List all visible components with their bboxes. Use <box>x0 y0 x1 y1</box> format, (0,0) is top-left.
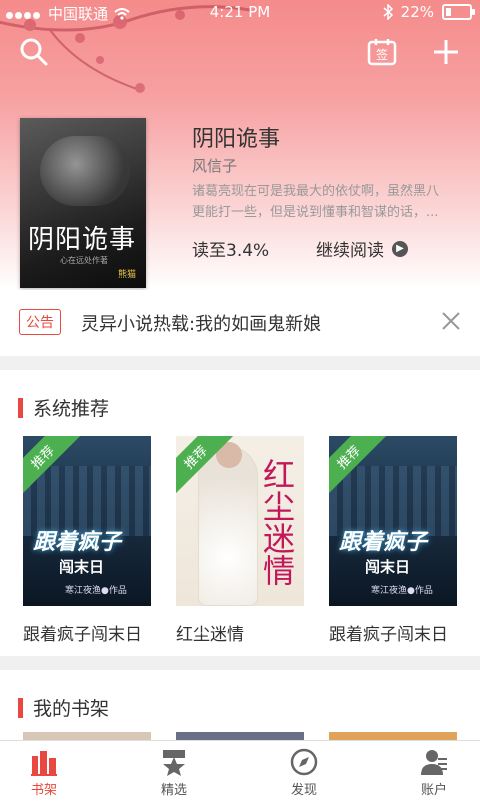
book-cover: 红尘迷情 推荐 <box>176 436 304 606</box>
cover-title: 跟着疯子 <box>339 530 428 555</box>
close-icon[interactable] <box>438 308 464 334</box>
reading-progress: 读至3.4% <box>192 241 270 261</box>
tab-label: 书架 <box>30 783 57 798</box>
status-bar: 中国联通 4:21 PM 22% <box>0 0 480 24</box>
current-book-author: 风信子 <box>192 157 238 175</box>
cover-subtitle: 心在远处作著 <box>60 256 108 265</box>
featured-star-icon <box>163 750 185 776</box>
continue-reading-label: 继续阅读 <box>316 241 384 261</box>
tab-account[interactable]: 账户 <box>394 745 474 798</box>
cover-title: 红尘迷情 <box>258 458 296 586</box>
book-cover: 跟着疯子 闯末日 寒江夜渔●作品 推荐 <box>23 436 151 606</box>
announcement-badge: 公告 <box>19 309 61 335</box>
section-marker <box>18 397 23 418</box>
shelf-book-3[interactable] <box>329 732 457 740</box>
announcement-bar[interactable]: 公告 灵异小说热载:我的如画鬼新娘 <box>0 290 480 356</box>
cover-author: 寒江夜渔●作品 <box>65 586 127 596</box>
compass-icon <box>290 748 318 776</box>
tab-featured[interactable]: 精选 <box>134 745 214 798</box>
recommend-book-2[interactable]: 红尘迷情 推荐 红尘迷情 <box>176 436 304 645</box>
announcement-text[interactable]: 灵异小说热载:我的如画鬼新娘 <box>81 310 321 336</box>
recommend-book-3[interactable]: 跟着疯子 闯末日 寒江夜渔●作品 推荐 跟着疯子闯末日 <box>329 436 457 645</box>
tab-discover[interactable]: 发现 <box>264 745 344 798</box>
battery-label: 22% <box>400 3 434 21</box>
current-book-cover[interactable]: 阴阳诡事 心在远处作著 熊猫 <box>20 118 146 288</box>
tab-label: 发现 <box>290 783 317 798</box>
tab-label: 账户 <box>420 783 447 798</box>
cover-title: 跟着疯子 <box>33 530 122 555</box>
cover-author: 寒江夜渔●作品 <box>371 586 433 596</box>
shelf-book-1[interactable] <box>23 732 151 740</box>
recommend-title: 系统推荐 <box>33 398 110 420</box>
bookshelf-icon <box>31 751 57 776</box>
search-icon <box>20 38 48 66</box>
shelf-section: 我的书架 <box>0 670 480 740</box>
bluetooth-icon <box>383 4 393 20</box>
shelf-book-2[interactable] <box>176 732 304 740</box>
section-marker <box>18 697 23 718</box>
cover-title-2: 闯末日 <box>59 558 105 576</box>
plus-icon <box>434 40 458 64</box>
book-name: 跟着疯子闯末日 <box>329 625 448 645</box>
shelf-title: 我的书架 <box>33 698 110 720</box>
checkin-button[interactable]: 签 <box>360 30 404 74</box>
continue-reading-button[interactable]: 继续阅读 ▶ <box>316 236 408 261</box>
cover-logo: 熊猫 <box>117 270 136 280</box>
search-button[interactable] <box>12 30 56 74</box>
book-cover: 跟着疯子 闯末日 寒江夜渔●作品 推荐 <box>329 436 457 606</box>
current-book-title[interactable]: 阴阳诡事 <box>192 121 280 153</box>
tab-label: 精选 <box>160 783 187 798</box>
recommend-section: 系统推荐 跟着疯子 闯末日 寒江夜渔●作品 推荐 跟着疯子闯末日 红尘迷情 推荐… <box>0 370 480 656</box>
chevron-right-icon: ▶ <box>392 240 408 257</box>
svg-text:签: 签 <box>376 47 388 62</box>
account-icon <box>421 750 447 775</box>
current-book-description: 诸葛亮现在可是我最大的依仗啊，虽然黑八更能打一些，但是说到懂事和智谋的话，... <box>192 184 440 220</box>
book-name: 红尘迷情 <box>176 625 244 645</box>
add-button[interactable] <box>424 30 468 74</box>
calendar-checkin-icon: 签 <box>367 39 397 66</box>
cover-title: 阴阳诡事 <box>28 225 137 255</box>
battery-icon <box>442 4 475 20</box>
book-name: 跟着疯子闯末日 <box>23 625 142 645</box>
tab-bar: 书架 精选 发现 账户 <box>0 740 480 801</box>
cover-title-2: 闯末日 <box>365 558 411 576</box>
recommend-book-1[interactable]: 跟着疯子 闯末日 寒江夜渔●作品 推荐 跟着疯子闯末日 <box>23 436 151 645</box>
cover-art <box>40 136 130 206</box>
tab-bookshelf[interactable]: 书架 <box>4 745 84 798</box>
recommend-header: 系统推荐 <box>18 394 109 421</box>
shelf-header: 我的书架 <box>18 694 109 721</box>
